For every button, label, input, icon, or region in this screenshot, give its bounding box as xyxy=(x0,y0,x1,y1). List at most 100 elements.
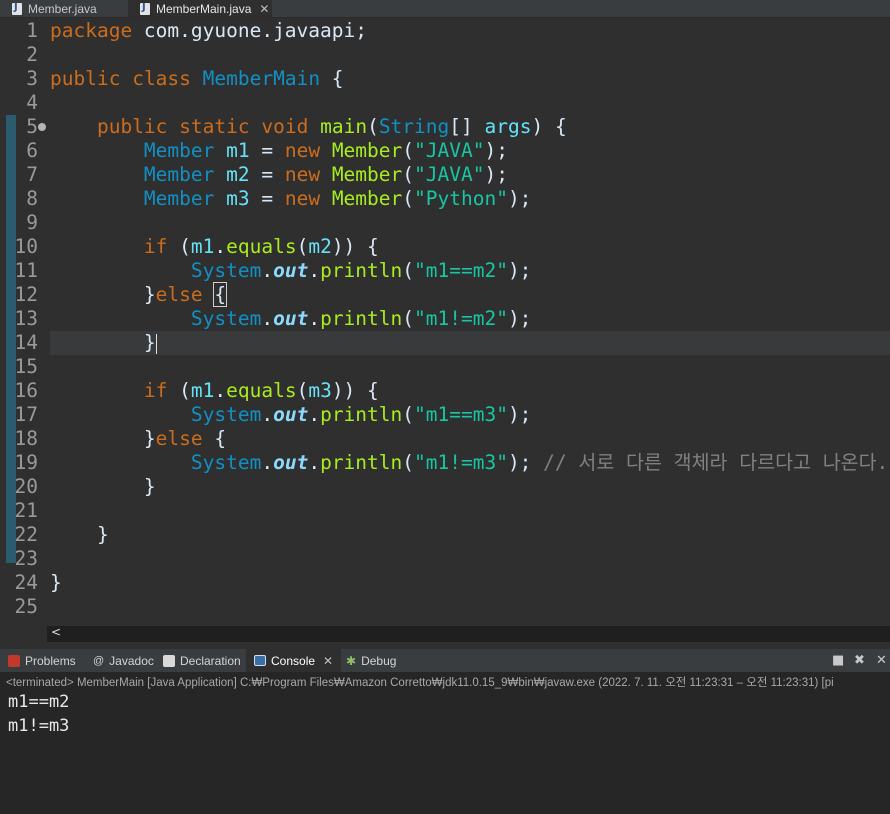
token: ( xyxy=(367,115,379,138)
token: . xyxy=(261,403,274,426)
token: "JAVA" xyxy=(414,139,485,162)
token: out xyxy=(273,307,309,330)
line-number: 13 xyxy=(14,307,38,330)
tab-javadoc[interactable]: @ Javadoc xyxy=(85,649,157,672)
token: println xyxy=(320,403,403,426)
tab-console[interactable]: Console ✕ xyxy=(246,649,341,672)
text-cursor xyxy=(155,333,157,354)
token: new xyxy=(284,163,321,186)
line-number: 14 xyxy=(14,331,38,354)
scroll-left-icon[interactable]: < xyxy=(51,625,61,639)
panel-tab-bar: Problems @ Javadoc Declaration Console ✕… xyxy=(0,649,890,672)
token: System xyxy=(190,403,262,426)
token: { xyxy=(320,67,344,90)
code-line: 18 }else { xyxy=(0,427,890,451)
token: new xyxy=(284,187,321,210)
token: static xyxy=(179,115,250,138)
token: ( xyxy=(167,379,191,402)
code-line: 15 xyxy=(0,355,890,379)
token: System xyxy=(190,307,262,330)
line-number: 7 xyxy=(26,163,38,186)
token: m1 xyxy=(190,235,215,258)
code-line: 25 xyxy=(0,595,890,619)
token: m3 xyxy=(226,187,250,210)
tab-label: Member.java xyxy=(28,1,97,16)
token: if xyxy=(143,379,168,402)
code-editor[interactable]: 1 package com.gyuone.javaapi; 2 3 public c… xyxy=(0,18,890,626)
tab-membermain-java[interactable]: MemberMain.java ✕ xyxy=(128,0,272,17)
token: com.gyuone.javaapi; xyxy=(132,19,367,42)
token: = xyxy=(249,139,285,162)
token: out xyxy=(273,403,309,426)
token: m2 xyxy=(308,235,332,258)
code-line: 4 xyxy=(0,91,890,115)
line-number: 3 xyxy=(26,67,38,90)
stop-icon[interactable]: ■ xyxy=(832,653,844,668)
token: . xyxy=(214,379,227,402)
token: ); xyxy=(484,163,508,186)
remove-launch-icon[interactable]: ✖ xyxy=(854,653,865,668)
problems-icon xyxy=(8,654,20,667)
debug-bug-icon: ✱ xyxy=(346,653,357,668)
token: )) { xyxy=(331,235,379,258)
token: } xyxy=(143,475,156,498)
token: } xyxy=(143,283,156,306)
line-number: 5 xyxy=(26,115,38,138)
token: class xyxy=(132,67,191,90)
line-number: 24 xyxy=(14,571,38,594)
token: . xyxy=(308,403,321,426)
tab-declaration[interactable]: Declaration xyxy=(155,649,245,672)
token: ( xyxy=(296,379,309,402)
line-number: 15 xyxy=(14,355,38,378)
token: "m1==m3" xyxy=(414,403,508,426)
line-number: 6 xyxy=(26,139,38,162)
token: m2 xyxy=(226,163,250,186)
token: ( xyxy=(402,163,415,186)
token: Member xyxy=(143,187,215,210)
token: = xyxy=(249,163,285,186)
token: Member xyxy=(320,187,403,210)
fold-marker-icon[interactable] xyxy=(38,123,46,131)
token: "m1==m2" xyxy=(414,259,508,282)
remove-all-icon[interactable]: ✕ xyxy=(876,653,887,668)
tab-label: Problems xyxy=(25,653,76,668)
token: ( xyxy=(402,259,415,282)
token: ); xyxy=(507,259,532,282)
token: package xyxy=(50,19,133,42)
line-number: 17 xyxy=(14,403,38,426)
line-number: 4 xyxy=(26,91,38,114)
horizontal-scrollbar[interactable]: < xyxy=(47,625,890,642)
code-line: 14 } xyxy=(0,331,890,355)
token: ( xyxy=(296,235,309,258)
token: ( xyxy=(402,403,415,426)
close-icon[interactable]: ✕ xyxy=(259,2,269,16)
token: println xyxy=(320,451,403,474)
code-line: 9 xyxy=(0,211,890,235)
token: . xyxy=(308,259,321,282)
code-line: 10 if (m1.equals(m2)) { xyxy=(0,235,890,259)
token: out xyxy=(273,451,309,474)
console-view[interactable]: <terminated> MemberMain [Java Applicatio… xyxy=(0,672,890,814)
tab-problems[interactable]: Problems xyxy=(0,649,84,672)
token: "Python" xyxy=(414,187,508,210)
tab-debug[interactable]: ✱ Debug xyxy=(340,649,410,672)
line-number: 19 xyxy=(14,451,38,474)
token: else xyxy=(155,283,203,306)
line-number: 8 xyxy=(26,187,38,210)
line-number: 10 xyxy=(14,235,38,258)
token: out xyxy=(273,259,309,282)
declaration-icon xyxy=(163,654,175,667)
token: "m1!=m3" xyxy=(414,451,508,474)
close-icon[interactable]: ✕ xyxy=(323,654,333,668)
tab-member-java[interactable]: Member.java xyxy=(0,0,122,17)
token: ); xyxy=(507,307,532,330)
token: equals xyxy=(226,379,297,402)
tab-label: Javadoc xyxy=(109,653,154,668)
token: m1 xyxy=(226,139,250,162)
line-number: 11 xyxy=(14,259,38,282)
token: = xyxy=(249,187,285,210)
token: ( xyxy=(402,139,415,162)
code-line: 23 xyxy=(0,547,890,571)
token: ); xyxy=(484,139,508,162)
token: println xyxy=(320,307,403,330)
